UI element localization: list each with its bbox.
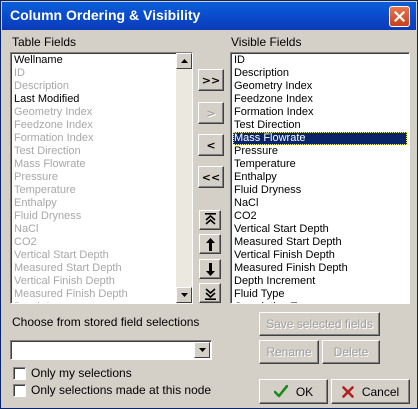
table-field-item[interactable]: Last Modified <box>13 93 190 106</box>
visible-field-item[interactable]: Geometry Index <box>233 80 407 93</box>
table-field-item[interactable]: Temperature <box>13 184 190 197</box>
arrow-up-icon <box>180 59 188 63</box>
stored-selections-label: Choose from stored field selections <box>12 315 200 329</box>
only-this-node-checkbox[interactable]: Only selections made at this node <box>13 383 211 397</box>
table-field-item[interactable]: Vertical Finish Depth <box>13 275 190 288</box>
visible-field-item[interactable]: Depth Increment <box>233 275 407 288</box>
table-field-item[interactable]: Feedzone Index <box>13 119 190 132</box>
visible-field-item[interactable]: Description <box>233 67 407 80</box>
delete-label: Delete <box>333 345 369 359</box>
only-my-selections-box[interactable] <box>13 366 26 380</box>
table-field-item[interactable]: Enthalpy <box>13 197 190 210</box>
arrow-down-icon <box>205 262 215 276</box>
scroll-up-button[interactable] <box>176 53 192 69</box>
visible-field-item[interactable]: Vertical Start Depth <box>233 223 407 236</box>
add-label: > <box>206 106 216 120</box>
table-field-item[interactable]: Test Direction <box>13 145 190 158</box>
table-field-item[interactable]: Geometry Index <box>13 106 190 119</box>
visible-field-item[interactable]: Temperature <box>233 158 407 171</box>
visible-field-item[interactable]: Fluid Dryness <box>233 184 407 197</box>
visible-field-item[interactable]: Vertical Finish Depth <box>233 249 407 262</box>
visible-field-item[interactable]: Measured Start Depth <box>233 236 407 249</box>
window-title: Column Ordering & Visibility <box>10 7 201 23</box>
move-down-button[interactable] <box>199 259 221 279</box>
scroll-down-button[interactable] <box>176 287 192 303</box>
table-field-item[interactable]: Depth Increment <box>13 301 190 303</box>
table-field-item[interactable]: NaCl <box>13 223 190 236</box>
table-field-item[interactable]: Mass Flowrate <box>13 158 190 171</box>
cancel-label: Cancel <box>361 384 400 399</box>
table-field-item[interactable]: Pressure <box>13 171 190 184</box>
add-all-button[interactable]: >> <box>198 69 224 91</box>
move-to-bottom-icon <box>204 288 216 300</box>
only-my-selections-label: Only my selections <box>31 366 132 380</box>
save-selected-fields-button[interactable]: Save selected fields <box>259 312 380 336</box>
visible-field-item[interactable]: Measured Finish Depth <box>233 262 407 275</box>
cancel-x-icon <box>342 385 354 398</box>
dropdown-button[interactable] <box>194 342 210 358</box>
table-field-item[interactable]: Wellname <box>13 54 190 67</box>
delete-button[interactable]: Delete <box>322 340 380 364</box>
visible-field-item[interactable]: Feedzone Index <box>233 93 407 106</box>
arrow-down-icon <box>180 293 188 297</box>
only-this-node-box[interactable] <box>13 383 26 397</box>
move-to-top-button[interactable] <box>199 210 221 230</box>
move-to-top-icon <box>204 213 216 225</box>
table-field-item[interactable]: Vertical Start Depth <box>13 249 190 262</box>
table-field-item[interactable]: Measured Start Depth <box>13 262 190 275</box>
stored-selections-dropdown[interactable] <box>10 340 212 360</box>
visible-fields-label: Visible Fields <box>231 35 302 49</box>
title-bar[interactable]: Column Ordering & Visibility <box>2 2 416 30</box>
ok-button[interactable]: OK <box>259 379 328 404</box>
cancel-button[interactable]: Cancel <box>331 379 410 404</box>
close-icon <box>394 11 405 22</box>
remove-all-label: << <box>201 170 221 184</box>
table-field-item[interactable]: CO2 <box>13 236 190 249</box>
visible-field-item[interactable]: Correlation Type <box>233 301 407 303</box>
move-to-bottom-button[interactable] <box>199 283 221 303</box>
remove-label: < <box>206 138 216 152</box>
visible-field-item[interactable]: Enthalpy <box>233 171 407 184</box>
only-my-selections-checkbox[interactable]: Only my selections <box>13 366 132 380</box>
arrow-up-icon <box>205 237 215 251</box>
close-button[interactable] <box>389 6 410 27</box>
table-field-item[interactable]: ID <box>13 67 190 80</box>
save-selected-fields-label: Save selected fields <box>266 317 373 331</box>
visible-fields-list[interactable]: ID Description Geometry Index Feedzone Inde… <box>230 52 410 304</box>
table-field-item[interactable]: Fluid Dryness <box>13 210 190 223</box>
rename-label: Rename <box>266 345 312 359</box>
add-all-label: >> <box>201 73 221 87</box>
remove-all-button[interactable]: << <box>198 166 224 188</box>
table-field-item[interactable]: Description <box>13 80 190 93</box>
visible-field-item[interactable]: Fluid Type <box>233 288 407 301</box>
rename-button[interactable]: Rename <box>259 340 319 364</box>
visible-field-item[interactable]: CO2 <box>233 210 407 223</box>
table-fields-scrollbar[interactable] <box>176 53 192 303</box>
visible-field-item[interactable]: Test Direction <box>233 119 407 132</box>
visible-field-item[interactable]: Mass Flowrate <box>233 132 407 145</box>
ok-label: OK <box>295 384 314 399</box>
table-field-item[interactable]: Formation Index <box>13 132 190 145</box>
visible-field-item[interactable]: Pressure <box>233 145 407 158</box>
only-this-node-label: Only selections made at this node <box>31 383 212 397</box>
dialog-window: Column Ordering & Visibility Table Field… <box>0 0 418 409</box>
move-up-button[interactable] <box>199 234 221 254</box>
checkmark-icon <box>273 385 288 398</box>
table-field-item[interactable]: Measured Finish Depth <box>13 288 190 301</box>
table-fields-list[interactable]: Wellname ID Description Last Modified Geomet… <box>10 52 193 304</box>
visible-field-item[interactable]: ID <box>233 54 407 67</box>
table-fields-label: Table Fields <box>12 35 77 49</box>
chevron-down-icon <box>198 348 206 352</box>
visible-field-item[interactable]: Formation Index <box>233 106 407 119</box>
visible-field-item[interactable]: NaCl <box>233 197 407 210</box>
add-button[interactable]: > <box>198 102 224 124</box>
remove-button[interactable]: < <box>198 134 224 156</box>
